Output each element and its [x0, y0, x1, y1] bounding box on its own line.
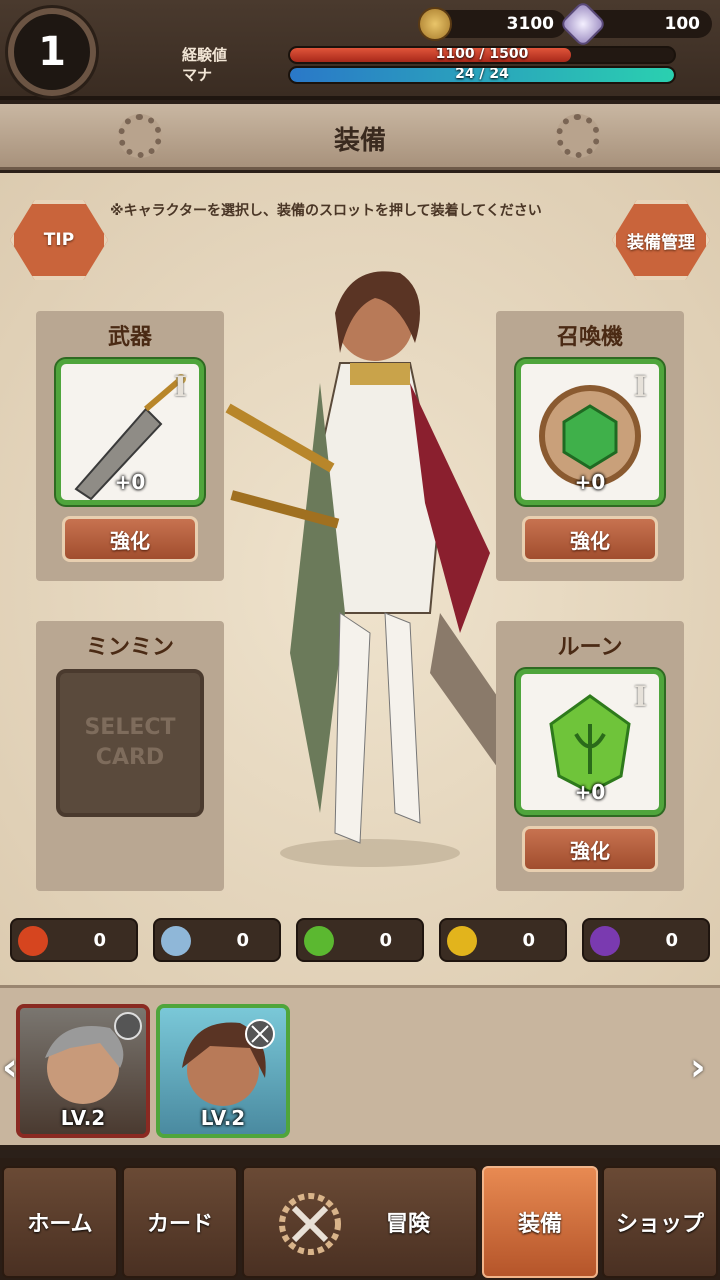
rune-tier: I [633, 680, 647, 713]
weapon-title: 武器 [107, 325, 152, 350]
gem-counter-row: 0 0 0 0 0 [0, 918, 720, 962]
gem-counter: 0 [296, 918, 424, 962]
character-roster: LV.2 LV.2 [0, 985, 720, 1145]
gold-coin-icon [418, 7, 452, 41]
summoner-slot[interactable]: I +0 [516, 359, 664, 505]
gem-counter: 0 [153, 918, 281, 962]
crystal-icon [558, 0, 608, 49]
character-level: LV.2 [60, 1106, 106, 1130]
chevron-left-icon[interactable]: ‹ [2, 1045, 18, 1089]
instruction-text: ※キャラクターを選択し、装備のスロットを押して装着してください [110, 203, 542, 219]
minmin-title: ミンミン [85, 635, 174, 660]
ice-gem-icon [161, 926, 191, 956]
screen-header: 装備 [0, 104, 720, 170]
fire-gem-icon [18, 926, 48, 956]
dark-gem-icon [590, 926, 620, 956]
gem-count: 0 [522, 930, 535, 951]
weapon-plus: +0 [114, 470, 146, 494]
summoner-title: 召喚機 [556, 325, 623, 350]
mana-value: 24 / 24 [455, 66, 509, 82]
tip-button[interactable]: TIP [10, 200, 108, 280]
light-gem-icon [447, 926, 477, 956]
chevron-right-icon[interactable]: › [690, 1045, 706, 1089]
summoner-enhance-button[interactable]: 強化 [522, 516, 658, 562]
top-status-bar: 1 3100 100 経験値 マナ 1100 / 1500 24 / 24 [0, 0, 720, 100]
crossed-swords-icon [279, 1193, 341, 1255]
select-card-line1: SELECT [84, 715, 176, 740]
gem-count: 0 [236, 930, 249, 951]
nav-home[interactable]: ホーム [2, 1166, 118, 1278]
gem-count: 0 [665, 930, 678, 951]
nav-equip[interactable]: 装備 [482, 1166, 598, 1278]
select-card-line2: CARD [95, 745, 165, 770]
rune-panel: ルーン I +0 強化 [496, 621, 684, 891]
gem-count: 0 [93, 930, 106, 951]
character-level: LV.2 [200, 1106, 246, 1130]
bottom-navigation: ホーム カード 冒険 装備 ショップ [0, 1158, 720, 1280]
nav-adventure-label: 冒険 [385, 1212, 430, 1237]
weapon-enhance-button[interactable]: 強化 [62, 516, 198, 562]
player-level-badge: 1 [8, 8, 96, 96]
rune-slot[interactable]: I +0 [516, 669, 664, 815]
gem-count: 0 [379, 930, 392, 951]
exp-bar: 1100 / 1500 [288, 46, 676, 64]
summoner-tier: I [633, 370, 647, 403]
mana-label: マナ [182, 66, 213, 84]
weapon-panel: 武器 I +0 強化 [36, 311, 224, 581]
earth-gem-icon [304, 926, 334, 956]
gem-counter: 0 [582, 918, 710, 962]
select-card-slot[interactable]: SELECT CARD [56, 669, 204, 817]
equipment-manage-button[interactable]: 装備管理 [612, 200, 710, 280]
character-card[interactable]: LV.2 [16, 1004, 150, 1138]
rune-plus: +0 [574, 780, 606, 804]
weapon-slot[interactable]: I +0 [56, 359, 204, 505]
equipment-area: ※キャラクターを選択し、装備のスロットを押して装着してください TIP 装備管理… [0, 173, 720, 985]
nav-card[interactable]: カード [122, 1166, 238, 1278]
rune-enhance-button[interactable]: 強化 [522, 826, 658, 872]
gem-counter: 0 [439, 918, 567, 962]
nav-adventure[interactable]: 冒険 [242, 1166, 478, 1278]
exp-label: 経験値 [182, 46, 228, 64]
summoner-plus: +0 [574, 470, 606, 494]
character-card-selected[interactable]: LV.2 [156, 1004, 290, 1138]
mana-bar: 24 / 24 [288, 66, 676, 84]
summoner-panel: 召喚機 I +0 強化 [496, 311, 684, 581]
nav-shop[interactable]: ショップ [602, 1166, 718, 1278]
minmin-panel: ミンミン SELECT CARD [36, 621, 224, 891]
weapon-tier: I [173, 370, 187, 403]
gem-counter: 0 [10, 918, 138, 962]
page-title: 装備 [333, 126, 386, 156]
rune-title: ルーン [557, 635, 623, 660]
exp-value: 1100 / 1500 [435, 46, 529, 62]
